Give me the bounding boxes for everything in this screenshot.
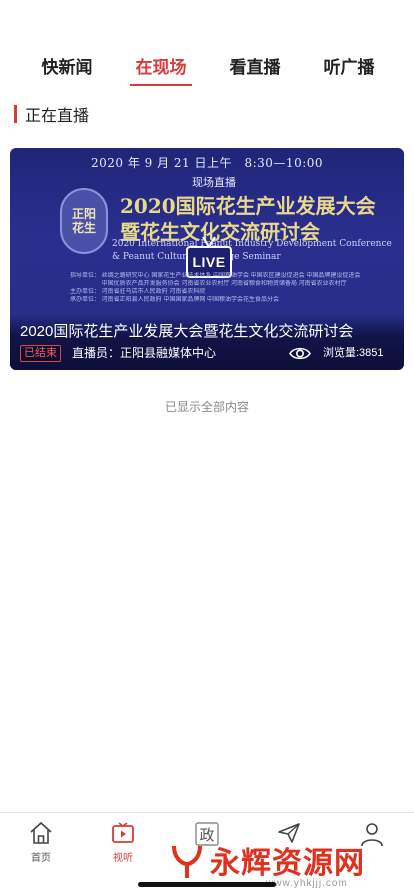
view-count: 浏览量:3851 [323,347,384,359]
end-of-list-text: 已显示全部内容 [164,400,249,414]
stream-title: 2020国际花生产业发展大会暨花生文化交流研讨会 [20,323,354,340]
organizer-line: 中国优质农产品开发服务协会 河南省农业农村厅 河南省粮食和物资储备局 河南省农业… [70,281,347,287]
poster-date: 2020 年 9 月 21 日上午 8:30—10:00 [90,156,324,170]
watermark-logo-icon [172,845,202,878]
tab-radio[interactable]: 听广播 [318,48,380,88]
tab-quick-news[interactable]: 快新闻 [36,48,98,88]
top-tab-bar: 快新闻 在现场 看直播 听广播 [0,48,414,88]
organizer-line: 指导单位： 丝绸之路研究中心 国家花生产业技术体系 中国粮油学会 中国农区建设促… [70,273,361,279]
nav-label: 视听 [113,853,133,864]
section-header: 正在直播 [14,103,89,125]
home-indicator[interactable] [138,882,276,887]
live-stream-card[interactable]: 2020 年 9 月 21 日上午 8:30—10:00 现场直播 正阳 花生 … [10,148,404,370]
section-title: 正在直播 [25,108,90,125]
poster-subtitle: 现场直播 [192,177,236,189]
watermark-url: www.yhkjjj.com [266,878,348,889]
organizer-line: 主办单位： 河南省驻马店市人民政府 河南省农科院 [70,289,206,295]
tab-label: 在现场 [135,58,187,77]
tab-label: 看直播 [229,58,281,77]
tab-label: 听广播 [323,58,375,77]
tab-watch-live[interactable]: 看直播 [224,48,286,88]
watermark: 永辉资源网 [170,838,365,882]
poster-title-line1: 2020国际花生产业发展大会 [120,194,376,218]
nav-label: 首页 [31,853,51,864]
status-badge: 已结束 [20,345,61,362]
logo-text-bottom: 花生 [71,221,96,235]
live-badge-text: LIVE [192,254,226,270]
eye-icon [289,347,311,360]
active-tab-indicator [130,84,192,86]
home-icon [30,821,52,844]
peanut-logo: 正阳 花生 [60,188,108,254]
poster-english-line1: 2020 International Peanut Industry Devel… [112,239,392,249]
watermark-text: 永辉资源网 [210,847,365,880]
organizer-line: 承办单位： 河南省正阳县人民政府 中国国家品牌网 中国粮油学会花生食品分会 [70,297,280,303]
video-icon [112,822,134,843]
nav-home[interactable]: 首页 [11,821,71,864]
tab-label: 快新闻 [41,58,93,77]
logo-text-top: 正阳 [71,207,96,221]
nav-video[interactable]: 视听 [93,821,153,864]
organizer-list: 指导单位： 丝绸之路研究中心 国家花生产业技术体系 中国粮油学会 中国农区建设促… [70,272,370,304]
broadcaster-label: 直播员：正阳县融媒体中心 [72,346,217,360]
tab-on-site[interactable]: 在现场 [130,48,192,88]
section-accent-bar [14,105,17,123]
